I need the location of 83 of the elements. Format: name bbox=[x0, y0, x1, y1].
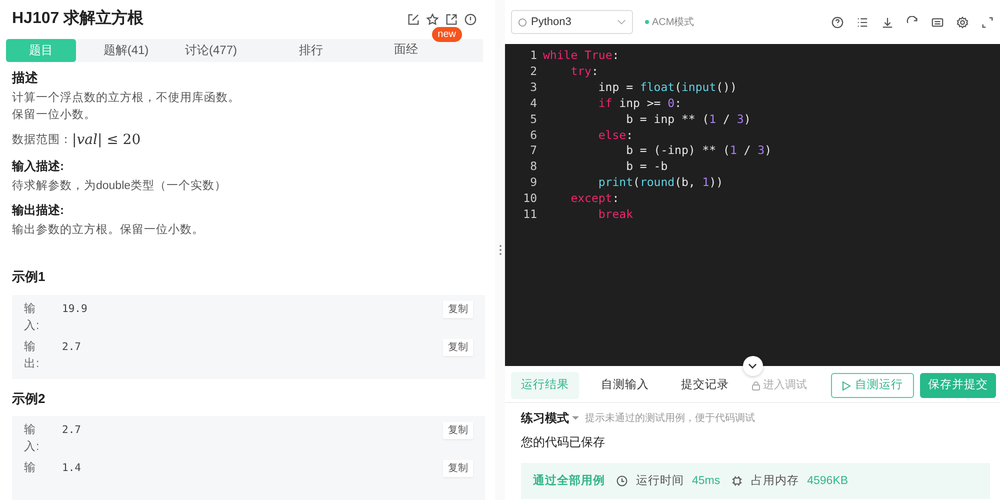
line-number: 11 bbox=[522, 207, 538, 223]
example-value: 19.9 bbox=[62, 302, 88, 316]
fullscreen-icon[interactable] bbox=[981, 16, 994, 28]
section-heading: 描述 bbox=[12, 68, 39, 86]
edit-icon[interactable] bbox=[407, 12, 420, 26]
info-icon[interactable] bbox=[464, 12, 477, 26]
code-line: if inp >= 0: bbox=[597, 96, 683, 112]
copy-button[interactable]: 复制 bbox=[443, 460, 473, 477]
drag-handle-icon[interactable] bbox=[498, 244, 502, 256]
example-label: 输入: bbox=[24, 302, 38, 334]
line-number: 10 bbox=[522, 191, 538, 208]
clock-icon bbox=[616, 475, 628, 488]
keyboard-icon[interactable] bbox=[931, 16, 944, 28]
memory-value: 4596KB bbox=[807, 474, 848, 489]
download-icon[interactable] bbox=[881, 16, 894, 28]
result-tab[interactable]: 自测输入 bbox=[591, 372, 659, 400]
line-number: 1 bbox=[529, 48, 538, 64]
example-label: 输出: bbox=[24, 340, 38, 372]
mode-hint: 提示未通过的测试用例，便于代码调试 bbox=[585, 412, 755, 426]
help-icon[interactable] bbox=[831, 16, 844, 28]
example-value: 2.7 bbox=[62, 423, 82, 438]
section-text: 待求解参数，为double类型（一个实数） bbox=[12, 178, 228, 194]
section-text: 输出参数的立方根。保留一位小数。 bbox=[12, 222, 205, 238]
example-value: 1.4 bbox=[62, 461, 82, 476]
line-number: 6 bbox=[529, 128, 538, 144]
code-line: b = (-inp) ** (1 / 3) bbox=[625, 143, 772, 160]
play-icon bbox=[842, 380, 851, 391]
problem-title: HJ107 求解立方根 bbox=[12, 8, 144, 30]
range-formula: |val| ≤ 20 bbox=[72, 131, 141, 150]
share-icon[interactable] bbox=[445, 12, 458, 26]
lock-icon bbox=[751, 380, 761, 391]
language-select[interactable]: Python3 bbox=[511, 10, 633, 34]
example-heading: 示例1 bbox=[12, 268, 46, 286]
example-heading: 示例2 bbox=[12, 390, 46, 408]
mode-dropdown[interactable]: 练习模式 bbox=[521, 409, 579, 428]
example-label: 输 bbox=[24, 460, 37, 476]
star-icon[interactable] bbox=[426, 12, 439, 26]
caret-icon bbox=[572, 416, 579, 420]
list-icon[interactable] bbox=[856, 16, 869, 28]
code-line: print(round(b, 1)) bbox=[597, 175, 724, 192]
code-line: else: bbox=[597, 128, 634, 144]
code-line: b = -b bbox=[625, 159, 669, 176]
line-number: 2 bbox=[529, 64, 538, 80]
result-tab[interactable]: 提交记录 bbox=[671, 372, 739, 400]
runtime-value: 45ms bbox=[692, 474, 720, 489]
code-line: while True: bbox=[543, 48, 620, 64]
saved-message: 您的代码已保存 bbox=[521, 434, 606, 452]
collapse-button[interactable] bbox=[742, 356, 762, 376]
result-status: 通过全部用例 bbox=[533, 473, 605, 489]
copy-button[interactable]: 复制 bbox=[443, 300, 473, 318]
section-heading: 输入描述: bbox=[12, 158, 65, 175]
mode-label: ACM模式 bbox=[645, 14, 694, 30]
problem-tab[interactable]: 排行 bbox=[256, 38, 366, 62]
circle-icon bbox=[518, 18, 527, 26]
line-number: 7 bbox=[529, 143, 538, 160]
copy-button[interactable]: 复制 bbox=[443, 422, 473, 439]
section-heading: 输出描述: bbox=[12, 202, 65, 219]
problem-tab[interactable]: 讨论(477) bbox=[166, 38, 256, 62]
line-number: 9 bbox=[529, 175, 538, 192]
code-line: inp = float(input()) bbox=[597, 80, 738, 96]
chevron-down-icon bbox=[617, 19, 626, 25]
problem-tab[interactable]: 题解(41) bbox=[86, 38, 166, 62]
code-line: try: bbox=[570, 64, 600, 80]
line-number: 4 bbox=[529, 96, 538, 112]
copy-button[interactable]: 复制 bbox=[443, 338, 473, 356]
description-text: 计算一个浮点数的立方根，不使用库函数。 保留一位小数。 bbox=[12, 90, 241, 123]
code-line: break bbox=[597, 207, 634, 223]
line-number: 8 bbox=[529, 159, 538, 176]
line-number: 5 bbox=[529, 112, 538, 128]
line-number: 3 bbox=[529, 80, 538, 96]
settings-icon[interactable] bbox=[956, 16, 969, 28]
chip-icon bbox=[731, 475, 744, 488]
code-editor[interactable]: 1 2 3 4 5 6 7 8 9 10 11 while True: try: inp = float(input()) if inp >= 0: b = inp ** (1 / 3) else: b = (-inp) ** (1 / 3) b = -b print(round(b, 1)) except: break bbox=[505, 44, 1000, 366]
memory-label: 占用内存 bbox=[751, 474, 800, 489]
example-value: 2.7 bbox=[62, 340, 82, 354]
code-line: except: bbox=[570, 191, 620, 208]
code-line: b = inp ** (1 / 3) bbox=[625, 112, 752, 128]
chevron-down-icon bbox=[748, 363, 757, 369]
example-label: 输入: bbox=[24, 422, 38, 455]
runtime-label: 运行时间 bbox=[636, 474, 684, 489]
dot-icon bbox=[645, 20, 649, 24]
range-label: 数据范围： bbox=[12, 132, 72, 148]
new-badge: new bbox=[432, 26, 462, 42]
